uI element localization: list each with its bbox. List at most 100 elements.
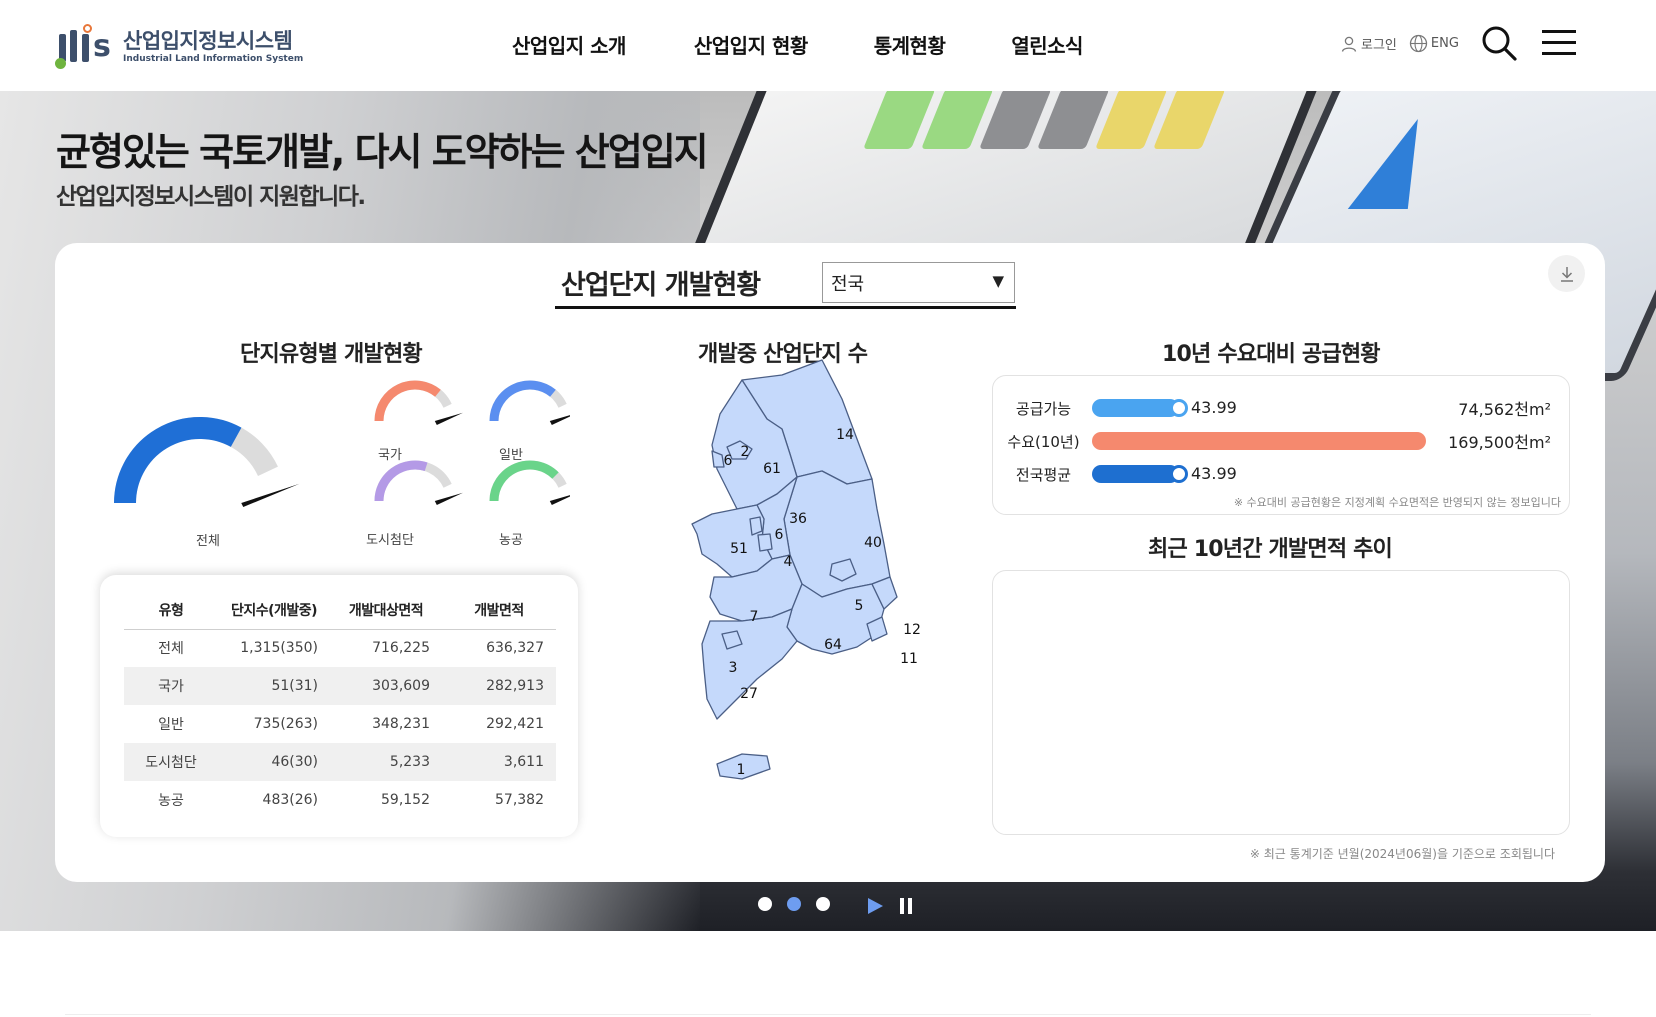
supply-label: 공급가능 (1015, 400, 1072, 418)
language-label: ENG (1430, 36, 1459, 51)
table-row: 농공 483(26) 59,152 57,382 (124, 781, 556, 819)
map-count-gyeongbuk: 40 (864, 535, 882, 551)
map-region-jeonnam (701, 608, 798, 720)
table-cell: 5,233 (330, 743, 442, 781)
demand-bar (1092, 432, 1426, 450)
map-count-gyeonggi: 61 (763, 461, 781, 477)
table-cell: 716,225 (372, 640, 430, 657)
section-divider (65, 1014, 1591, 1015)
supply-note: ※ 수요대비 공급현황은 지정계획 수요면적은 반영되지 않는 정보입니다 (1233, 496, 1561, 509)
gauge-needle (241, 483, 300, 507)
korea-region-map: 2 6 61 14 6 36 51 4 40 7 5 64 12 11 3 27… (691, 359, 921, 780)
gauge-needle (434, 412, 463, 425)
table-header-row: 유형 단지수(개발중) 개발대상면적 개발면적 (124, 591, 556, 630)
map-count-sejong: 6 (775, 527, 784, 543)
table-row: 전체 1,315(350) 716,225 636,327 (124, 629, 556, 667)
table-cell: 46(30) (218, 743, 330, 781)
hero-subtitle: 산업입지정보시스템이 지원합니다. (56, 184, 366, 210)
supply-row: 공급가능 43.99 74,562천m² (993, 396, 1571, 420)
nav-item-intro[interactable]: 산업입지 소개 (512, 30, 626, 59)
table-cell: 농공 (158, 793, 184, 809)
table-row: 일반 735(263) 348,231 292,421 (124, 705, 556, 743)
main-nav: 산업입지 소개 산업입지 현황 통계현황 열린소식 (512, 30, 1151, 59)
table-row: 도시첨단 46(30) 5,233 3,611 (124, 743, 556, 781)
site-header: s 산업입지정보시스템 Industrial Land Information … (0, 0, 1656, 91)
table-header-count: 단지수(개발중) (218, 591, 330, 630)
nav-item-news[interactable]: 열린소식 (1011, 30, 1083, 59)
table-cell: 348,231 (372, 716, 430, 732)
table-cell: 292,421 (486, 716, 544, 732)
national-average-row: 전국평균 43.99 (993, 462, 1571, 486)
type-section-title: 단지유형별 개발현황 (240, 342, 423, 367)
table-cell: 735(263) (253, 716, 318, 732)
download-icon (1560, 266, 1573, 282)
card-title: 산업단지 개발현황 (561, 270, 761, 301)
table-cell: 51(31) (218, 667, 330, 705)
table-cell: 1,315(350) (240, 640, 318, 657)
supply-bar-knob (1170, 399, 1188, 417)
supply-area: 74,562천m² (1458, 400, 1551, 419)
map-count-jeonbuk: 7 (750, 609, 759, 625)
map-count-gyeongnam: 64 (824, 637, 842, 653)
gauge-fill (489, 380, 556, 422)
development-status-card: 산업단지 개발현황 전국 ▼ 단지유형별 개발현황 개발중 산업단지 수 10년… (55, 243, 1605, 882)
gauge-label-agro-industrial: 농공 (499, 533, 523, 548)
table-cell: 도시첨단 (124, 743, 218, 781)
nav-item-status[interactable]: 산업입지 현황 (694, 30, 808, 59)
search-icon[interactable] (1480, 24, 1518, 62)
map-count-incheon: 6 (724, 453, 733, 469)
table-cell: 3,611 (442, 743, 556, 781)
language-link[interactable]: ENG (1409, 34, 1459, 53)
demand-label: 수요(10년) (1007, 433, 1080, 451)
demand-row: 수요(10년) 169,500천m² (993, 429, 1571, 453)
download-button[interactable] (1548, 255, 1585, 292)
gauge-fill (374, 380, 441, 422)
gauge-needle (434, 492, 463, 505)
gauge-fill (114, 417, 242, 504)
region-select[interactable]: 전국 ▼ (822, 262, 1015, 303)
site-logo[interactable]: s 산업입지정보시스템 Industrial Land Information … (55, 24, 303, 70)
carousel-dot[interactable] (758, 897, 772, 911)
demand-area: 169,500천m² (1448, 433, 1551, 452)
trend-section-title: 최근 10년간 개발면적 추이 (1148, 537, 1393, 562)
dropdown-arrow-icon: ▼ (992, 272, 1004, 290)
table-cell: 483(26) (262, 792, 318, 808)
logo-subtitle: Industrial Land Information System (123, 54, 304, 64)
map-count-gangwon: 14 (836, 427, 854, 443)
pause-icon[interactable] (898, 896, 916, 916)
table-cell: 636,327 (486, 640, 544, 657)
play-icon[interactable] (865, 896, 885, 916)
map-count-daegu: 5 (855, 598, 864, 614)
supply-value: 43.99 (1191, 398, 1237, 417)
map-count-gwangju: 3 (729, 660, 738, 676)
statistics-basis-note: ※ 최근 통계기준 년월(2024년06월)을 기준으로 조회됩니다 (1249, 847, 1555, 861)
carousel-dots (758, 897, 845, 911)
login-link[interactable]: 로그인 (1340, 34, 1397, 53)
map-count-ulsan: 12 (903, 622, 921, 638)
supply-bar (1092, 399, 1179, 417)
table-header-developed-area: 개발면적 (442, 591, 556, 630)
gauge-fill (489, 460, 559, 502)
map-count-chungbuk: 36 (789, 511, 807, 527)
supply-demand-box: 공급가능 43.99 74,562천m² 수요(10년) 169,500천m² … (992, 375, 1570, 515)
type-summary-table: 유형 단지수(개발중) 개발대상면적 개발면적 전체 1,315(350) 71… (124, 591, 556, 819)
user-icon (1341, 36, 1357, 52)
map-count-jeonnam: 27 (740, 686, 758, 702)
map-region-daejeon (757, 533, 773, 552)
login-label: 로그인 (1361, 38, 1397, 53)
table-cell: 일반 (158, 717, 184, 733)
ilis-logo-mark: s (55, 24, 117, 70)
table-header-type: 유형 (124, 591, 218, 630)
nav-item-statistics[interactable]: 통계현황 (874, 30, 946, 59)
hero-title: 균형있는 국토개발, 다시 도약하는 산업입지 (56, 130, 709, 174)
carousel-dot[interactable] (816, 897, 830, 911)
map-count-jeju: 1 (737, 762, 746, 778)
hamburger-menu-icon[interactable] (1542, 30, 1578, 56)
gauge-label-general: 일반 (499, 448, 523, 463)
table-cell: 전체 (158, 641, 184, 658)
region-select-value: 전국 (831, 274, 865, 295)
carousel-dot-active[interactable] (787, 897, 801, 911)
map-count-daejeon: 4 (784, 554, 793, 570)
map-count-gyeonggi-inner: 2 (741, 444, 750, 460)
table-cell: 303,609 (330, 667, 442, 705)
